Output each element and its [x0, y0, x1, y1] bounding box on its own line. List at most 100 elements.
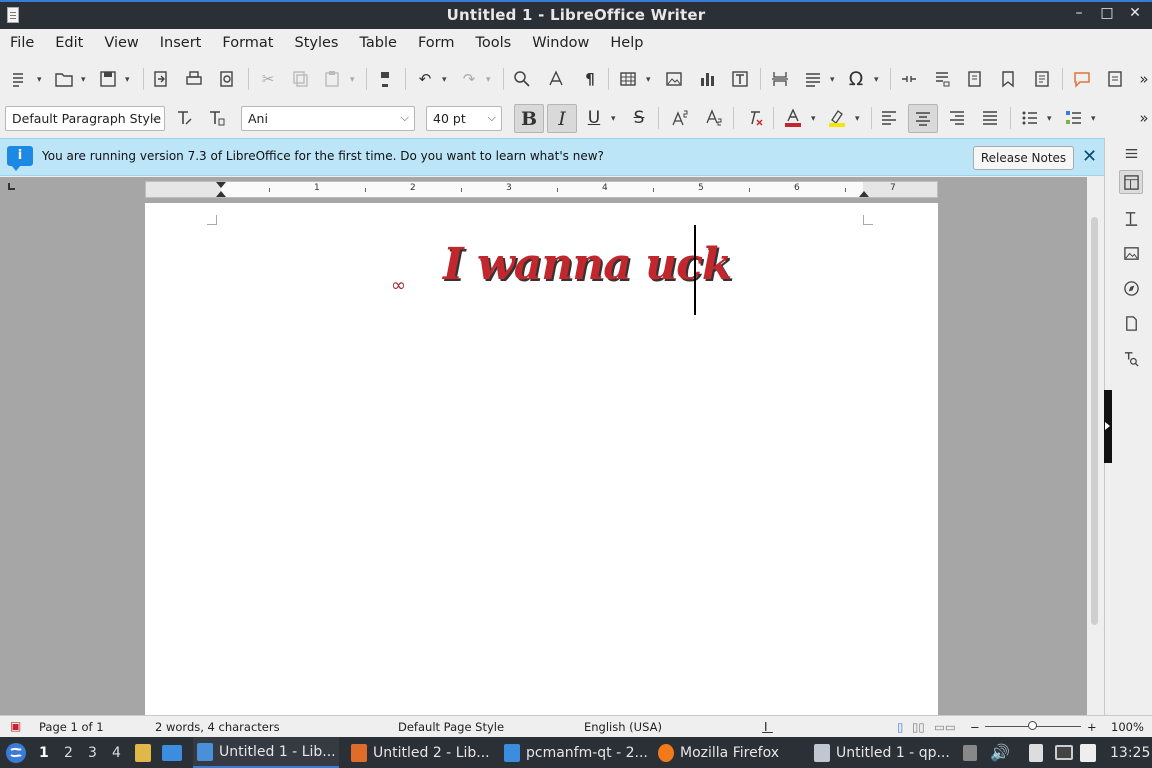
multi-page-view-icon[interactable]: ▯▯ — [912, 720, 925, 734]
workspace-1[interactable]: 1 — [39, 737, 49, 768]
bullet-list-icon[interactable] — [1018, 106, 1042, 130]
zoom-level[interactable]: 100% — [1111, 720, 1144, 734]
page-icon[interactable] — [1119, 311, 1143, 335]
formatting-marks-icon[interactable]: ¶ — [578, 67, 602, 91]
font-size-combo[interactable]: 40 pt ⌵ — [426, 106, 502, 131]
tray-eject-icon[interactable] — [963, 737, 977, 768]
strikethrough-button[interactable]: S — [627, 106, 651, 130]
superscript-icon[interactable] — [668, 106, 692, 130]
highlight-color-icon[interactable] — [825, 106, 849, 130]
menu-format[interactable]: Format — [222, 35, 273, 51]
subscript-icon[interactable] — [702, 106, 726, 130]
document-page[interactable]: ∞ I wanna uck — [145, 203, 938, 715]
navigator-icon[interactable] — [1119, 276, 1143, 300]
chevron-down-icon[interactable]: ▾ — [81, 75, 86, 85]
menu-table[interactable]: Table — [359, 35, 397, 51]
spelling-icon[interactable] — [544, 67, 568, 91]
bookmark-icon[interactable] — [996, 67, 1020, 91]
styles-icon[interactable] — [1119, 206, 1143, 230]
justify-icon[interactable] — [978, 106, 1002, 130]
scrollbar-thumb[interactable] — [1091, 217, 1098, 625]
close-icon[interactable]: ✕ — [1082, 146, 1097, 167]
task-untitled-2-impress[interactable]: Untitled 2 - Lib... — [347, 737, 495, 768]
font-name-combo[interactable]: Ani ⌵ — [241, 106, 415, 131]
task-firefox[interactable]: Mozilla Firefox — [654, 737, 804, 768]
workspace-3[interactable]: 3 — [88, 737, 97, 768]
page-style[interactable]: Default Page Style — [398, 720, 504, 734]
release-notes-button[interactable]: Release Notes — [973, 146, 1074, 170]
new-document-icon[interactable] — [8, 67, 32, 91]
special-character-icon[interactable]: Ω — [844, 67, 868, 91]
start-menu-icon[interactable] — [5, 737, 27, 768]
task-qpdf[interactable]: Untitled 1 - qp... — [810, 737, 950, 768]
find-replace-icon[interactable] — [510, 67, 534, 91]
menu-file[interactable]: File — [10, 35, 34, 51]
minimize-button[interactable]: – — [1072, 5, 1086, 21]
align-left-icon[interactable] — [877, 106, 901, 130]
chevron-down-icon[interactable]: ▾ — [350, 75, 355, 85]
maximize-button[interactable]: □ — [1100, 5, 1114, 21]
menu-help[interactable]: Help — [610, 35, 643, 51]
clone-formatting-icon[interactable] — [373, 67, 397, 91]
right-indent-marker[interactable] — [859, 191, 869, 197]
notification-icon[interactable] — [1080, 737, 1096, 768]
book-view-icon[interactable]: ▭▭ — [934, 720, 956, 734]
indent-marker[interactable] — [216, 191, 226, 197]
paste-icon[interactable] — [320, 67, 344, 91]
font-color-icon[interactable] — [781, 106, 805, 130]
word-count[interactable]: 2 words, 4 characters — [155, 720, 280, 734]
save-status-icon[interactable]: ▣ — [10, 719, 21, 733]
menu-edit[interactable]: Edit — [55, 35, 83, 51]
selection-mode-icon[interactable]: I͟ — [764, 720, 768, 734]
horizontal-ruler[interactable]: 1 2 3 4 5 6 7 — [145, 181, 938, 198]
open-folder-icon[interactable] — [52, 67, 76, 91]
chevron-down-icon[interactable]: ▾ — [874, 75, 879, 85]
style-inspector-icon[interactable] — [1119, 346, 1143, 370]
vertical-scrollbar[interactable] — [1087, 177, 1104, 715]
save-icon[interactable] — [96, 67, 120, 91]
zoom-out-button[interactable]: − — [970, 720, 980, 734]
paragraph-style-combo[interactable]: Default Paragraph Style ⌵ — [5, 106, 165, 131]
undo-icon[interactable]: ↶ — [413, 67, 437, 91]
redo-icon[interactable]: ↷ — [457, 67, 481, 91]
copy-icon[interactable] — [289, 67, 313, 91]
track-changes-icon[interactable] — [1103, 67, 1127, 91]
language-status[interactable]: English (USA) — [584, 720, 662, 734]
print-preview-icon[interactable] — [215, 67, 239, 91]
insert-textbox-icon[interactable] — [728, 67, 752, 91]
network-icon[interactable] — [1055, 737, 1073, 768]
endnote-icon[interactable] — [963, 67, 987, 91]
align-right-icon[interactable] — [945, 106, 969, 130]
menu-tools[interactable]: Tools — [476, 35, 512, 51]
zoom-in-button[interactable]: + — [1087, 720, 1097, 734]
italic-button[interactable]: I — [547, 104, 577, 133]
export-icon[interactable] — [149, 67, 173, 91]
align-center-icon[interactable] — [908, 104, 938, 133]
clear-formatting-icon[interactable] — [743, 106, 767, 130]
update-style-icon[interactable] — [172, 106, 196, 130]
more-tools-icon[interactable]: » — [1132, 67, 1152, 91]
chevron-down-icon[interactable]: ▾ — [855, 114, 860, 124]
indent-marker[interactable] — [216, 182, 226, 188]
menu-insert[interactable]: Insert — [160, 35, 202, 51]
gallery-icon[interactable] — [1119, 241, 1143, 265]
insert-chart-icon[interactable] — [695, 67, 719, 91]
task-untitled-1-writer[interactable]: Untitled 1 - Lib... — [193, 737, 339, 768]
document-text[interactable]: I wanna uck — [443, 239, 732, 290]
menu-form[interactable]: Form — [418, 35, 455, 51]
bold-button[interactable]: B — [514, 104, 544, 133]
menu-window[interactable]: Window — [532, 35, 589, 51]
chevron-down-icon[interactable]: ▾ — [37, 75, 42, 85]
menu-styles[interactable]: Styles — [294, 35, 338, 51]
clipboard-icon[interactable] — [1029, 737, 1043, 768]
chevron-down-icon[interactable]: ▾ — [1091, 114, 1096, 124]
volume-icon[interactable]: 🔊 — [990, 737, 1010, 768]
sidebar-collapse-handle[interactable] — [1104, 390, 1112, 463]
hyperlink-icon[interactable] — [897, 67, 921, 91]
properties-icon[interactable] — [1119, 170, 1143, 194]
numbered-list-icon[interactable] — [1062, 106, 1086, 130]
menu-view[interactable]: View — [104, 35, 138, 51]
chevron-down-icon[interactable]: ▾ — [125, 75, 130, 85]
chevron-down-icon[interactable]: ▾ — [830, 75, 835, 85]
more-formatting-icon[interactable]: » — [1132, 106, 1152, 130]
